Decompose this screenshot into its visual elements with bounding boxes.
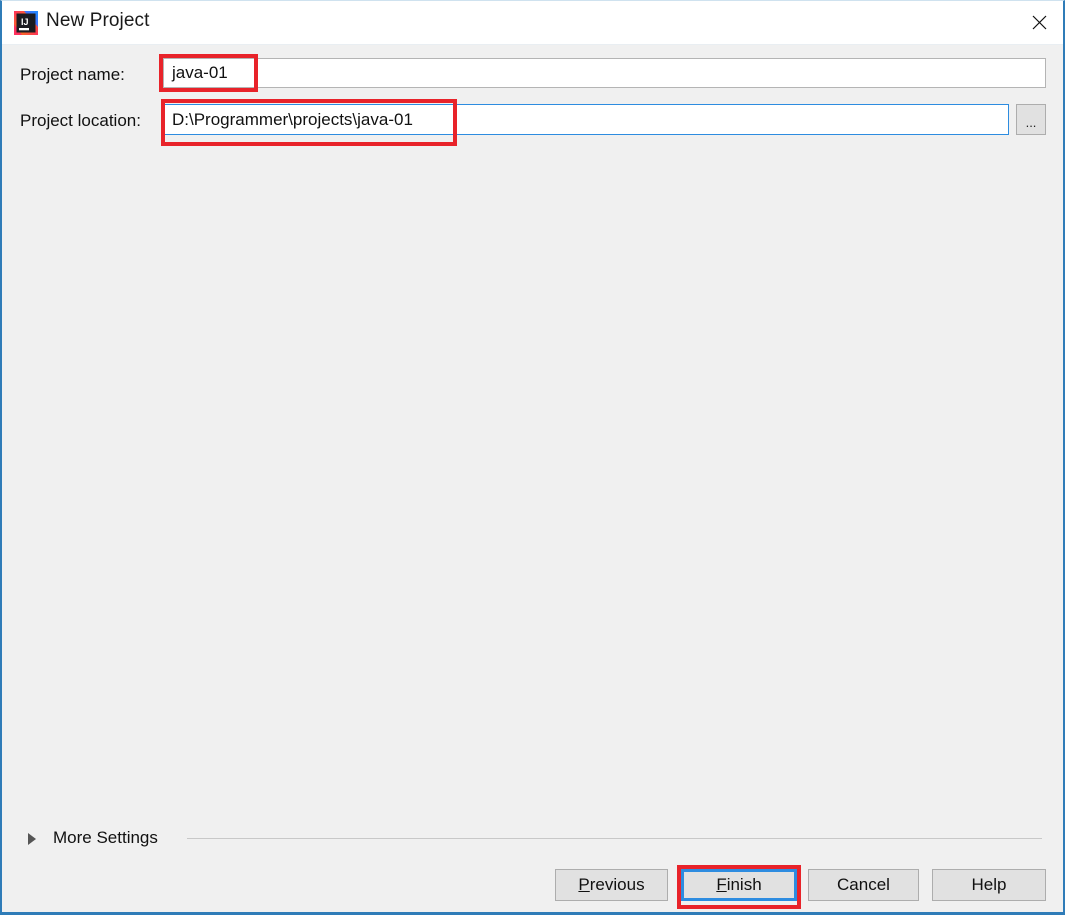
project-name-label: Project name: <box>20 65 125 84</box>
title-bar: IJ New Project <box>2 1 1063 45</box>
previous-button[interactable]: Previous <box>555 869 668 901</box>
project-name-value: java-01 <box>172 63 228 82</box>
project-name-input[interactable]: java-01 <box>163 58 1046 88</box>
project-location-value: D:\Programmer\projects\java-01 <box>172 109 413 129</box>
divider <box>187 838 1042 839</box>
intellij-idea-icon: IJ <box>14 11 38 35</box>
previous-button-label: revious <box>589 875 645 894</box>
project-location-label: Project location: <box>20 111 141 130</box>
browse-button[interactable]: ... <box>1016 104 1046 135</box>
cancel-button[interactable]: Cancel <box>808 869 919 901</box>
new-project-dialog: IJ New Project Project name: java-01 Pro… <box>0 0 1065 915</box>
page-title: New Project <box>46 10 150 31</box>
finish-button-label: inish <box>726 875 762 894</box>
more-settings-label: More Settings <box>53 828 158 847</box>
previous-button-mnemonic: P <box>578 875 590 894</box>
finish-button[interactable]: Finish <box>681 869 797 901</box>
svg-text:IJ: IJ <box>21 17 29 27</box>
help-button[interactable]: Help <box>932 869 1046 901</box>
close-icon[interactable] <box>1015 1 1063 43</box>
more-settings-section[interactable]: More Settings <box>2 825 1063 855</box>
triangle-right-icon[interactable] <box>28 833 36 845</box>
finish-button-mnemonic: F <box>716 875 727 894</box>
project-location-input[interactable]: D:\Programmer\projects\java-01 <box>163 104 1009 135</box>
